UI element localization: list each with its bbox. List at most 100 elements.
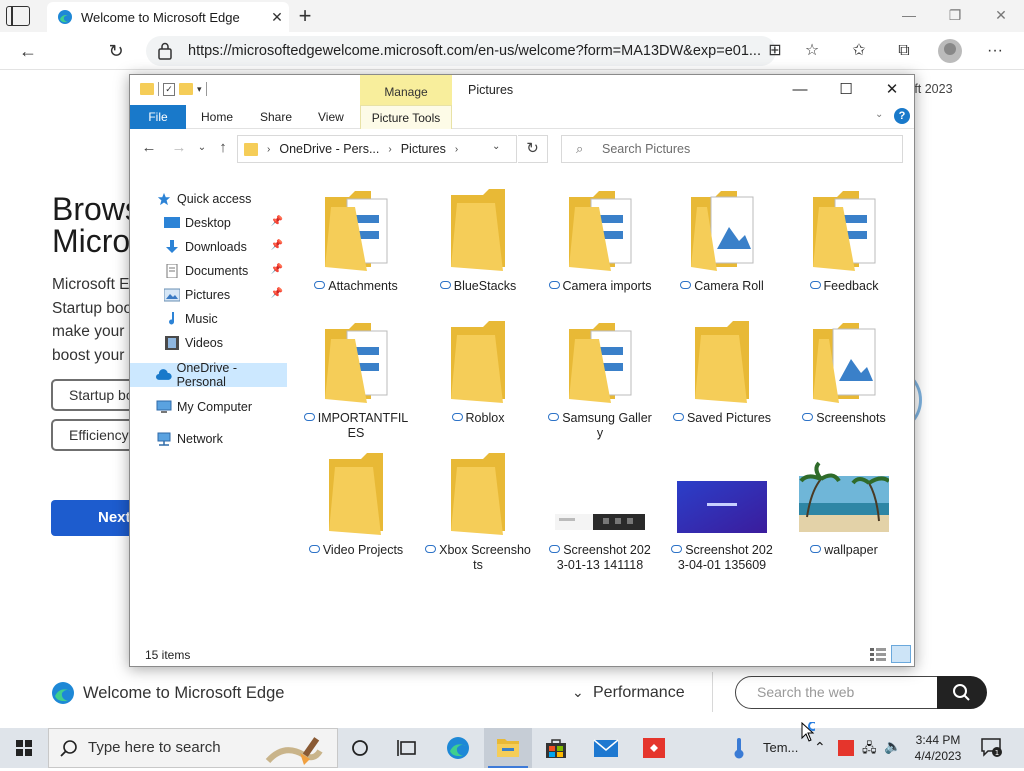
lock-icon[interactable] [158,42,172,60]
tab-view[interactable]: View [318,105,344,129]
cloud-sync-icon [439,281,451,289]
nav-pictures[interactable]: Pictures 📌 [130,283,287,307]
nav-videos[interactable]: Videos [130,331,287,355]
chevron-up-icon[interactable]: ⌃ [814,739,826,756]
notifications-button[interactable]: 1 [980,736,1002,758]
music-note-icon [169,312,174,325]
folder-item[interactable]: Camera imports [547,183,653,309]
nav-my-computer[interactable]: My Computer [130,395,287,419]
explorer-address-row: ← → ⌄ ↑ › OneDrive - Pers... › Pictures … [130,130,914,168]
tab-share[interactable]: Share [260,105,292,129]
forward-arrow-icon[interactable]: → [167,136,191,160]
folder-item[interactable]: Camera Roll [669,183,775,309]
settings-more-icon[interactable]: ··· [983,39,1007,63]
web-search-input[interactable]: Search the web [735,676,951,709]
edge-taskbar-button[interactable] [434,728,482,768]
task-view-button[interactable] [384,728,432,768]
new-tab-button[interactable]: + [294,3,316,29]
anydesk-taskbar-button[interactable] [630,728,678,768]
breadcrumb-separator[interactable]: › [388,144,391,155]
image-item[interactable]: wallpaper [791,447,897,573]
network-tray-icon[interactable]: 🖧 [862,739,877,761]
breadcrumb-separator[interactable]: › [455,144,458,155]
folder-item[interactable]: Attachments [303,183,409,309]
image-item[interactable]: Screenshot 2023-01-13 141118 [547,447,653,573]
explorer-maximize-button[interactable]: ☐ [823,75,869,105]
help-icon[interactable]: ? [894,108,910,124]
manage-tab[interactable]: Manage [360,75,452,105]
folder-item[interactable]: Roblox [425,315,531,441]
wallpaper-thumbnail [799,461,889,532]
breadcrumb-pictures[interactable]: Pictures [401,142,446,156]
folder-item[interactable]: Saved Pictures [669,315,775,441]
profile-avatar[interactable] [938,39,962,63]
folder-item[interactable]: Xbox Screenshots [425,447,531,573]
nav-downloads[interactable]: Downloads 📌 [130,235,287,259]
breadcrumb-onedrive[interactable]: OneDrive - Pers... [279,142,379,156]
folder-icon [244,142,258,156]
large-icons-view-icon[interactable] [891,645,911,663]
expand-ribbon-icon[interactable]: ⌄ [875,109,883,120]
search-icon [60,740,77,757]
pin-icon[interactable]: 📌 [271,264,283,275]
breadcrumb-separator[interactable]: › [267,144,270,155]
details-view-icon[interactable] [870,648,886,661]
app-available-icon[interactable]: ⊞ [763,39,787,63]
folder-item[interactable]: Screenshots [791,315,897,441]
mail-taskbar-button[interactable] [582,728,630,768]
folder-item[interactable]: IMPORTANTFILES [303,315,409,441]
refresh-button[interactable]: ↻ [103,38,129,64]
pin-icon[interactable]: 📌 [271,216,283,227]
customize-toolbar-icon[interactable]: ▾ [197,84,202,95]
explorer-address-bar[interactable]: › OneDrive - Pers... › Pictures › [237,135,517,163]
address-bar[interactable]: https://microsoftedgewelcome.microsoft.c… [146,36,776,66]
pin-icon[interactable]: 📌 [271,240,283,251]
image-item[interactable]: Screenshot 2023-04-01 135609 [669,447,775,573]
nav-quick-access[interactable]: Quick access [130,187,287,211]
explorer-refresh-button[interactable]: ↻ [518,135,548,163]
clock[interactable]: 3:44 PM 4/4/2023 [906,732,970,764]
screenshot-thumbnail [555,514,645,530]
chevron-down-icon[interactable]: ⌄ [572,684,584,701]
nav-documents[interactable]: Documents 📌 [130,259,287,283]
browser-tab[interactable]: Welcome to Microsoft Edge ✕ [47,2,289,32]
web-search-button[interactable] [937,676,987,709]
tab-home[interactable]: Home [201,105,233,129]
folder-item[interactable]: Video Projects [303,447,409,573]
folder-item[interactable]: Feedback [791,183,897,309]
start-button[interactable] [0,728,48,768]
folder-item[interactable]: Samsung Gallery [547,315,653,441]
explorer-close-button[interactable]: ✕ [869,75,915,105]
back-arrow-icon[interactable]: ← [137,136,161,160]
tab-picture-tools[interactable]: Picture Tools [360,105,452,129]
cortana-button[interactable] [336,728,384,768]
search-pictures-input[interactable]: Search Pictures [561,135,903,163]
tray-app-icon[interactable] [838,740,854,756]
collections-icon[interactable]: ⧉ [892,39,916,63]
performance-toggle[interactable]: Performance [593,684,685,702]
pin-icon[interactable]: 📌 [271,288,283,299]
folder-item[interactable]: BlueStacks [425,183,531,309]
tab-close-button[interactable]: ✕ [265,9,289,26]
tab-actions-icon[interactable] [6,6,30,26]
file-explorer-taskbar-button[interactable] [484,728,532,768]
tab-file[interactable]: File [130,105,186,129]
nav-music[interactable]: Music [130,307,287,331]
close-window-button[interactable]: ✕ [978,2,1024,28]
restore-button[interactable]: ❐ [932,2,978,28]
cloud-sync-icon [671,545,683,553]
up-arrow-icon[interactable]: ↑ [211,136,235,160]
minimize-button[interactable]: — [886,2,932,28]
favorites-icon[interactable]: ✩ [847,39,871,63]
volume-icon[interactable]: 🔈 [884,738,901,755]
address-dropdown-icon[interactable]: ⌄ [492,141,500,152]
nav-onedrive[interactable]: OneDrive - Personal [130,361,287,389]
explorer-minimize-button[interactable]: — [777,75,823,105]
add-favorite-icon[interactable]: ☆ [800,39,824,63]
back-button[interactable]: ← [15,38,41,64]
new-folder-icon[interactable] [179,83,193,95]
store-taskbar-button[interactable] [532,728,580,768]
nav-network[interactable]: Network [130,427,287,451]
nav-desktop[interactable]: Desktop 📌 [130,211,287,235]
properties-icon[interactable]: ✓ [163,82,175,96]
